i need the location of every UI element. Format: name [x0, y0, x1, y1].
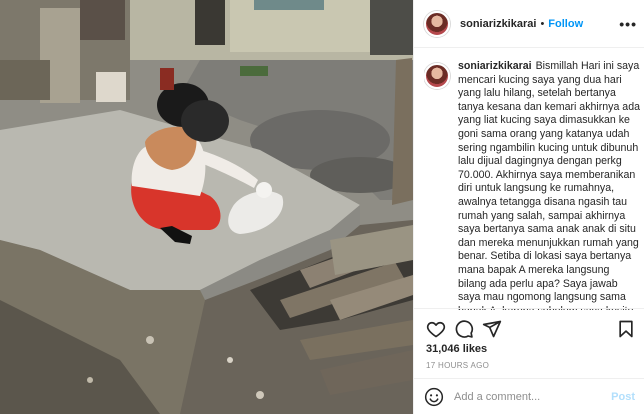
post-side-panel: soniarizkikarai • Follow ••• soniarizkik…: [413, 0, 644, 414]
post-comment-button[interactable]: Post: [611, 391, 635, 403]
post-image: [0, 0, 413, 414]
header-separator: •: [540, 17, 545, 30]
more-options-icon[interactable]: •••: [619, 17, 637, 31]
comment-input[interactable]: [454, 390, 594, 403]
smiley-icon[interactable]: [424, 387, 444, 407]
avatar[interactable]: [424, 10, 450, 37]
caption-text: Bismillah Hari ini saya mencari kucing s…: [458, 60, 640, 310]
comment-box: Post: [414, 378, 644, 414]
bookmark-icon[interactable]: [616, 319, 636, 339]
follow-button[interactable]: Follow: [548, 18, 583, 30]
likes-count[interactable]: 31,046 likes: [426, 343, 487, 355]
post-photo[interactable]: [0, 0, 413, 414]
caption-avatar[interactable]: [424, 63, 450, 89]
heart-icon[interactable]: [426, 319, 446, 339]
caption-username[interactable]: soniarizkikarai: [458, 60, 532, 72]
post-caption: soniarizkikarai Bismillah Hari ini saya m…: [424, 60, 640, 310]
post-actions: 31,046 likes 17 HOURS AGO: [414, 308, 644, 388]
post-header: soniarizkikarai • Follow •••: [414, 0, 644, 48]
paper-plane-icon[interactable]: [482, 319, 502, 339]
comment-bubble-icon[interactable]: [454, 319, 474, 339]
action-icons: [426, 319, 636, 339]
header-username[interactable]: soniarizkikarai: [460, 18, 536, 30]
post-timestamp[interactable]: 17 HOURS AGO: [426, 361, 489, 370]
caption-body: soniarizkikarai Bismillah Hari ini saya m…: [458, 60, 640, 310]
